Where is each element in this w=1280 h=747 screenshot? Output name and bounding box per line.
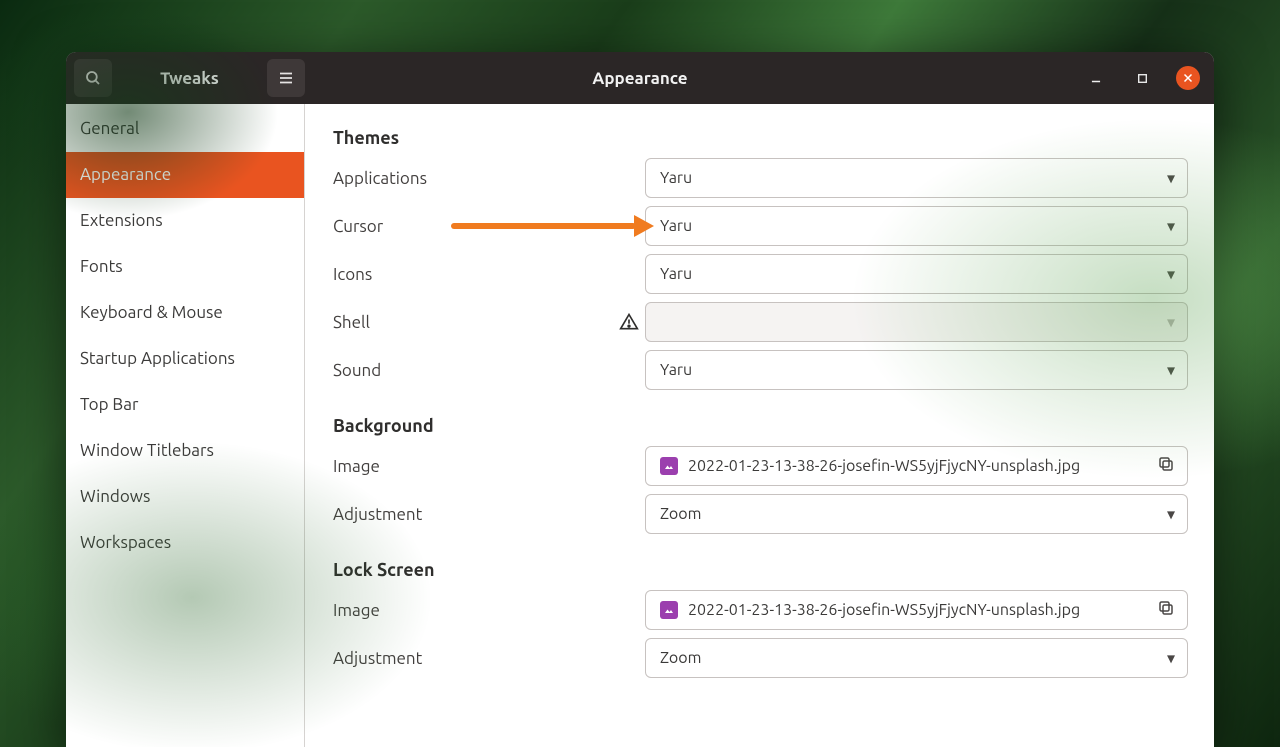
- row-bg-adjustment: Adjustment Zoom ▾: [333, 490, 1188, 538]
- file-name: 2022-01-23-13-38-26-josefin-WS5yjFjycNY-…: [688, 601, 1080, 619]
- sidebar-item-workspaces[interactable]: Workspaces: [66, 520, 304, 566]
- label-bg-adjustment: Adjustment: [333, 505, 645, 524]
- sidebar: General Appearance Extensions Fonts Keyb…: [66, 104, 305, 747]
- combo-sound[interactable]: Yaru ▾: [645, 350, 1188, 390]
- combo-value: Zoom: [660, 649, 701, 667]
- sidebar-item-keyboard-mouse[interactable]: Keyboard & Mouse: [66, 290, 304, 336]
- maximize-icon: [1136, 72, 1149, 85]
- filechooser-ls-image[interactable]: 2022-01-23-13-38-26-josefin-WS5yjFjycNY-…: [645, 590, 1188, 630]
- minimize-icon: [1089, 71, 1103, 85]
- chevron-down-icon: ▾: [1167, 265, 1175, 284]
- chevron-down-icon: ▾: [1167, 505, 1175, 524]
- window-body: General Appearance Extensions Fonts Keyb…: [66, 104, 1214, 747]
- combo-applications[interactable]: Yaru ▾: [645, 158, 1188, 198]
- row-applications: Applications Yaru ▾: [333, 154, 1188, 202]
- filechooser-bg-image[interactable]: 2022-01-23-13-38-26-josefin-WS5yjFjycNY-…: [645, 446, 1188, 486]
- tweaks-window: Tweaks Appearance General Appearance Ext…: [66, 52, 1214, 747]
- combo-value: Yaru: [660, 361, 692, 379]
- sidebar-item-label: Top Bar: [80, 395, 138, 414]
- annotation-arrow: [451, 223, 636, 229]
- chevron-down-icon: ▾: [1167, 649, 1175, 668]
- sidebar-item-window-titlebars[interactable]: Window Titlebars: [66, 428, 304, 474]
- row-shell: Shell ▾: [333, 298, 1188, 346]
- row-cursor: Cursor Yaru ▾: [333, 202, 1188, 250]
- sidebar-item-appearance[interactable]: Appearance: [66, 152, 304, 198]
- combo-bg-adjustment[interactable]: Zoom ▾: [645, 494, 1188, 534]
- image-thumbnail-icon: [660, 457, 678, 475]
- browse-icon: [1157, 455, 1175, 477]
- sidebar-item-label: Window Titlebars: [80, 441, 214, 460]
- file-name: 2022-01-23-13-38-26-josefin-WS5yjFjycNY-…: [688, 457, 1080, 475]
- sidebar-item-top-bar[interactable]: Top Bar: [66, 382, 304, 428]
- sidebar-item-label: General: [80, 119, 139, 138]
- chevron-down-icon: ▾: [1167, 313, 1175, 332]
- close-icon: [1182, 72, 1194, 84]
- sidebar-item-label: Startup Applications: [80, 349, 235, 368]
- sidebar-item-extensions[interactable]: Extensions: [66, 198, 304, 244]
- app-title: Tweaks: [122, 69, 257, 88]
- search-button[interactable]: [74, 59, 112, 97]
- sidebar-item-windows[interactable]: Windows: [66, 474, 304, 520]
- section-title-lockscreen: Lock Screen: [333, 560, 1188, 580]
- combo-value: Yaru: [660, 265, 692, 283]
- row-sound: Sound Yaru ▾: [333, 346, 1188, 394]
- browse-icon: [1157, 599, 1175, 621]
- sidebar-item-label: Windows: [80, 487, 150, 506]
- sidebar-item-fonts[interactable]: Fonts: [66, 244, 304, 290]
- search-icon: [84, 69, 102, 87]
- content-pane: Themes Applications Yaru ▾ Cursor Yaru ▾: [305, 104, 1214, 747]
- label-shell: Shell: [333, 313, 645, 332]
- combo-value: Yaru: [660, 169, 692, 187]
- combo-value: Zoom: [660, 505, 701, 523]
- maximize-button[interactable]: [1130, 66, 1154, 90]
- label-sound: Sound: [333, 361, 645, 380]
- row-ls-image: Image 2022-01-23-13-38-26-josefin-WS5yjF…: [333, 586, 1188, 634]
- combo-cursor[interactable]: Yaru ▾: [645, 206, 1188, 246]
- headerbar-left: Tweaks: [66, 59, 305, 97]
- combo-value: Yaru: [660, 217, 692, 235]
- warning-icon: [617, 312, 641, 332]
- section-title-background: Background: [333, 416, 1188, 436]
- chevron-down-icon: ▾: [1167, 217, 1175, 236]
- label-applications: Applications: [333, 169, 645, 188]
- image-thumbnail-icon: [660, 601, 678, 619]
- row-ls-adjustment: Adjustment Zoom ▾: [333, 634, 1188, 682]
- combo-icons[interactable]: Yaru ▾: [645, 254, 1188, 294]
- label-ls-adjustment: Adjustment: [333, 649, 645, 668]
- sidebar-item-general[interactable]: General: [66, 106, 304, 152]
- hamburger-button[interactable]: [267, 59, 305, 97]
- row-icons: Icons Yaru ▾: [333, 250, 1188, 298]
- sidebar-item-label: Keyboard & Mouse: [80, 303, 223, 322]
- label-bg-image: Image: [333, 457, 645, 476]
- label-icons: Icons: [333, 265, 645, 284]
- hamburger-icon: [277, 69, 295, 87]
- combo-shell: ▾: [645, 302, 1188, 342]
- label-ls-image: Image: [333, 601, 645, 620]
- sidebar-item-label: Fonts: [80, 257, 123, 276]
- chevron-down-icon: ▾: [1167, 169, 1175, 188]
- chevron-down-icon: ▾: [1167, 361, 1175, 380]
- row-bg-image: Image 2022-01-23-13-38-26-josefin-WS5yjF…: [333, 442, 1188, 490]
- sidebar-item-label: Extensions: [80, 211, 163, 230]
- sidebar-item-startup-applications[interactable]: Startup Applications: [66, 336, 304, 382]
- combo-ls-adjustment[interactable]: Zoom ▾: [645, 638, 1188, 678]
- sidebar-item-label: Workspaces: [80, 533, 171, 552]
- sidebar-item-label: Appearance: [80, 165, 171, 184]
- close-button[interactable]: [1176, 66, 1200, 90]
- section-title-themes: Themes: [333, 128, 1188, 148]
- window-controls: [1084, 66, 1214, 90]
- headerbar: Tweaks Appearance: [66, 52, 1214, 104]
- minimize-button[interactable]: [1084, 66, 1108, 90]
